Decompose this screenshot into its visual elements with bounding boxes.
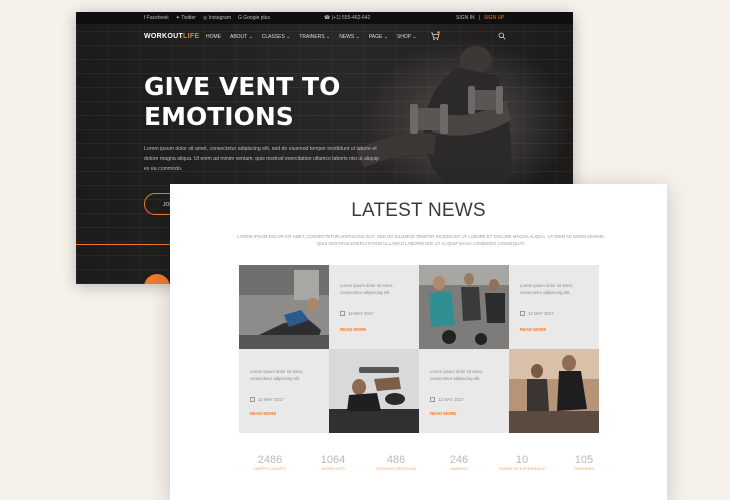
phone-text: (+1) 555-462-642: [331, 15, 371, 21]
hero-description: Lorem ipsum dolor sit amet, consectetur …: [144, 146, 379, 172]
facebook-link[interactable]: f Facebook: [144, 15, 169, 21]
facebook-label: Facebook: [146, 15, 169, 21]
news-card-1-read-more[interactable]: READ MORE: [340, 327, 366, 332]
stat-2-label: WORKOUTS: [321, 466, 345, 471]
auth-links: SIGN IN | SIGN UP: [456, 15, 505, 21]
top-bar: f Facebook ✦ Twitter ◎ Instagram G Googl…: [76, 12, 573, 24]
news-card-1-date: 12 MAY 2017: [340, 311, 374, 316]
latest-news-screenshot: LATEST NEWS LOREM IPSUM DOLOR SIT AMET, …: [170, 184, 667, 500]
instagram-label: Instagram: [208, 15, 231, 21]
stat-6-number: 105: [574, 454, 594, 466]
stat-4-label: AWARDS: [450, 466, 468, 471]
menu-item-shop[interactable]: SHOP ⌄: [397, 34, 417, 40]
news-title: LATEST NEWS: [351, 200, 486, 221]
calendar-icon: [430, 397, 435, 402]
social-links: f Facebook ✦ Twitter ◎ Instagram G Googl…: [144, 15, 270, 21]
stat-1-label: HAPPY CLIENTS: [254, 466, 286, 471]
google-plus-link[interactable]: G Google plus: [238, 15, 270, 21]
menu-item-about[interactable]: ABOUT ⌄: [230, 34, 253, 40]
main-navbar: WORKOUTLIFE HOME ABOUT ⌄ CLASSES ⌄ TRAIN…: [76, 24, 573, 52]
hero-title-line-2: EMOTIONS: [144, 102, 294, 131]
hero-title-line-1: GIVE VENT TO: [144, 72, 341, 101]
stat-3-number: 486: [386, 454, 406, 466]
news-image-2[interactable]: [419, 265, 509, 349]
news-card-4-date-text: 12 MAY 2017: [438, 397, 464, 402]
news-card-3-date-text: 12 MAY 2017: [258, 397, 284, 402]
google-plus-label: Google plus: [243, 15, 270, 21]
logo-text-workout: WORKOUT: [144, 33, 184, 40]
menu-item-page[interactable]: PAGE ⌄: [369, 34, 388, 40]
news-card-1: Lorem ipsum dolor sit amet, consectetur …: [329, 265, 419, 349]
stat-2-number: 1064: [320, 454, 346, 466]
news-card-4-read-more[interactable]: READ MORE: [430, 411, 456, 416]
calendar-icon: [520, 311, 525, 316]
stat-1-number: 2486: [257, 454, 283, 466]
news-card-3: Lorem ipsum dolor sit amet, consectetur …: [239, 349, 329, 433]
stat-6-label: TRAINERS: [573, 466, 595, 471]
news-image-1[interactable]: [239, 265, 329, 349]
stat-3: 486 TRAINING SESSIONS: [366, 454, 426, 472]
sign-in-link[interactable]: SIGN IN: [456, 15, 475, 21]
news-card-2-date-text: 12 MAY 2017: [528, 311, 554, 316]
news-card-1-date-text: 12 MAY 2017: [348, 311, 374, 316]
sign-up-link[interactable]: SIGN UP: [484, 15, 505, 21]
stat-6: 105 TRAINERS: [554, 454, 614, 472]
news-image-4[interactable]: [509, 349, 599, 433]
stat-3-label: TRAINING SESSIONS: [375, 466, 417, 471]
auth-separator: |: [478, 15, 480, 21]
news-card-4-date: 12 MAY 2017: [430, 397, 464, 402]
news-card-3-date: 12 MAY 2017: [250, 397, 284, 402]
news-grid: Lorem ipsum dolor sit amet, consectetur …: [239, 265, 599, 433]
news-intro: LOREM IPSUM DOLOR SIT AMET, CONSECTETUR …: [237, 234, 605, 246]
menu-item-home[interactable]: HOME: [206, 34, 221, 40]
stat-1: 2486 HAPPY CLIENTS: [240, 454, 300, 472]
calendar-icon: [340, 311, 345, 316]
hero-title: GIVE VENT TO EMOTIONS: [144, 72, 340, 132]
main-menu: HOME ABOUT ⌄ CLASSES ⌄ TRAINERS ⌄ NEWS ⌄…: [206, 34, 417, 40]
news-card-1-text: Lorem ipsum dolor sit amet, consectetur …: [340, 283, 394, 295]
menu-item-classes[interactable]: CLASSES ⌄: [262, 34, 291, 40]
menu-item-trainers[interactable]: TRAINERS ⌄: [299, 34, 330, 40]
calendar-icon: [250, 397, 255, 402]
news-card-2-read-more[interactable]: READ MORE: [520, 327, 546, 332]
twitter-label: Twitter: [181, 15, 196, 21]
cart-icon[interactable]: [430, 31, 440, 41]
site-logo[interactable]: WORKOUTLIFE: [144, 33, 199, 40]
instagram-link[interactable]: ◎ Instagram: [203, 15, 231, 21]
stat-2: 1064 WORKOUTS: [303, 454, 363, 472]
stat-4-number: 246: [449, 454, 469, 466]
news-card-3-text: Lorem ipsum dolor sit amet, consectetur …: [250, 369, 304, 381]
phone-number: ☎ (+1) 555-462-642: [324, 15, 371, 21]
news-card-4-text: Lorem ipsum dolor sit amet, consectetur …: [430, 369, 484, 381]
logo-text-life: LIFE: [183, 33, 200, 40]
news-card-4: Lorem ipsum dolor sit amet, consectetur …: [419, 349, 509, 433]
news-card-2-text: Lorem ipsum dolor sit amet, consectetur …: [520, 283, 574, 295]
stat-5-number: 10: [515, 454, 529, 466]
news-image-3[interactable]: [329, 349, 419, 433]
twitter-link[interactable]: ✦ Twitter: [176, 15, 196, 21]
stat-5: 10 YEARS OF EXPERIENCE: [492, 454, 552, 472]
stat-5-label: YEARS OF EXPERIENCE: [498, 466, 546, 471]
news-card-3-read-more[interactable]: READ MORE: [250, 411, 276, 416]
menu-item-news[interactable]: NEWS ⌄: [339, 34, 360, 40]
news-card-2: Lorem ipsum dolor sit amet, consectetur …: [509, 265, 599, 349]
news-card-2-date: 12 MAY 2017: [520, 311, 554, 316]
search-icon[interactable]: [498, 32, 506, 40]
stats-row: 2486 HAPPY CLIENTS 1064 WORKOUTS 486 TRA…: [240, 454, 610, 484]
stat-4: 246 AWARDS: [429, 454, 489, 472]
